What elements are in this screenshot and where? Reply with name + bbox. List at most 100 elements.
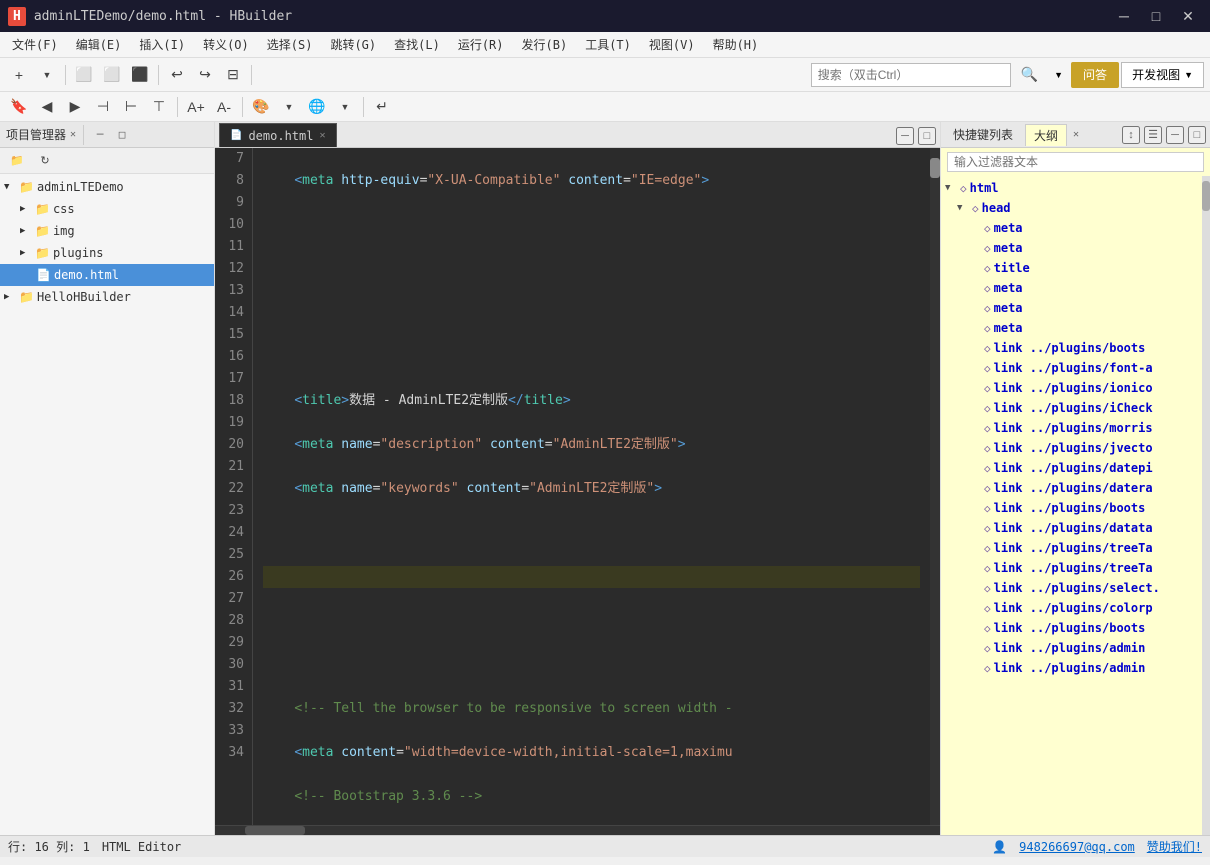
tree-item-css[interactable]: ▶ 📁 css (0, 198, 214, 220)
save-btn[interactable]: ⬜ (71, 62, 97, 88)
dropdown-arrow[interactable]: ▼ (34, 62, 60, 88)
tree-item-plugins[interactable]: ▶ 📁 plugins (0, 242, 214, 264)
outline-item-html[interactable]: ▼ ◇ html (941, 178, 1202, 198)
outline-item-meta-5[interactable]: ◇ meta (941, 318, 1202, 338)
tab-shortcuts[interactable]: 快捷键列表 (945, 124, 1021, 146)
outline-item-link-1[interactable]: ◇ link ../plugins/boots (941, 338, 1202, 358)
font-bigger-btn[interactable]: A+ (183, 94, 209, 120)
menu-file[interactable]: 文件(F) (4, 33, 66, 56)
color-drop[interactable]: ▼ (276, 94, 302, 120)
outline-item-link-2[interactable]: ◇ link ../plugins/font-a (941, 358, 1202, 378)
menu-select[interactable]: 选择(S) (259, 33, 321, 56)
nav-next-btn[interactable]: ⊢ (118, 94, 144, 120)
outline-item-link-11[interactable]: ◇ link ../plugins/treeTa (941, 538, 1202, 558)
outline-item-link-17[interactable]: ◇ link ../plugins/admin (941, 658, 1202, 678)
outline-item-link-9[interactable]: ◇ link ../plugins/boots (941, 498, 1202, 518)
menu-run[interactable]: 运行(R) (450, 33, 512, 56)
browser-drop[interactable]: ▼ (332, 94, 358, 120)
outline-item-title[interactable]: ◇ title (941, 258, 1202, 278)
dev-view-button[interactable]: 开发视图 ▼ (1121, 62, 1204, 88)
browser-btn[interactable]: 🌐 (304, 94, 330, 120)
editor-vscrollbar[interactable] (930, 148, 940, 825)
menu-jump[interactable]: 跳转(G) (322, 33, 384, 56)
redo-btn[interactable]: ↪ (192, 62, 218, 88)
publish-btn[interactable]: ⬛ (127, 62, 153, 88)
menu-edit[interactable]: 编辑(E) (68, 33, 130, 56)
menu-help[interactable]: 帮助(H) (705, 33, 767, 56)
color-btn[interactable]: 🎨 (248, 94, 274, 120)
save-all-btn[interactable]: ⬜ (99, 62, 125, 88)
outline-vscrollbar[interactable] (1202, 176, 1210, 835)
status-help[interactable]: 赞助我们! (1147, 838, 1202, 855)
code-area[interactable]: 7891011 1213141516 1718192021 2223242526… (215, 148, 940, 825)
outline-list-icon[interactable]: ☰ (1144, 126, 1162, 144)
outline-item-link-10[interactable]: ◇ link ../plugins/datata (941, 518, 1202, 538)
nav-prev-btn[interactable]: ⊣ (90, 94, 116, 120)
ask-button[interactable]: 问答 (1071, 62, 1119, 88)
outline-maximize-icon[interactable]: □ (1188, 126, 1206, 144)
filter-input[interactable] (947, 152, 1204, 172)
maximize-button[interactable]: □ (1142, 5, 1170, 27)
tab-close-icon[interactable]: ✕ (319, 130, 325, 141)
nav-fwd-btn[interactable]: ▶ (62, 94, 88, 120)
menu-publish[interactable]: 发行(B) (514, 33, 576, 56)
outline-item-link-5[interactable]: ◇ link ../plugins/morris (941, 418, 1202, 438)
outline-item-link-7[interactable]: ◇ link ../plugins/datepi (941, 458, 1202, 478)
menu-bar: 文件(F) 编辑(E) 插入(I) 转义(O) 选择(S) 跳转(G) 查找(L… (0, 32, 1210, 58)
history-btn[interactable]: ⊟ (220, 62, 246, 88)
outline-item-link-12[interactable]: ◇ link ../plugins/treeTa (941, 558, 1202, 578)
undo-btn[interactable]: ↩ (164, 62, 190, 88)
close-button[interactable]: ✕ (1174, 5, 1202, 27)
sidebar-new-btn[interactable]: 📁 (4, 148, 30, 174)
window-title: adminLTEDemo/demo.html - HBuilder (34, 9, 1102, 24)
outline-item-link-3[interactable]: ◇ link ../plugins/ionico (941, 378, 1202, 398)
outline-sort-icon[interactable]: ↕ (1122, 126, 1140, 144)
bookmark-btn[interactable]: 🔖 (6, 94, 32, 120)
editor-hscrollbar[interactable] (215, 825, 940, 835)
nav-up-btn[interactable]: ⊤ (146, 94, 172, 120)
search-input[interactable] (811, 63, 1011, 87)
menu-tools[interactable]: 工具(T) (577, 33, 639, 56)
sidebar-refresh-btn[interactable]: ↻ (32, 148, 58, 174)
status-email[interactable]: 948266697@qq.com (1019, 840, 1135, 854)
tab-outline[interactable]: 大纲 (1025, 124, 1067, 146)
outline-item-link-4[interactable]: ◇ link ../plugins/iCheck (941, 398, 1202, 418)
code-content[interactable]: <meta http-equiv="X-UA-Compatible" conte… (253, 148, 930, 825)
menu-insert[interactable]: 插入(I) (131, 33, 193, 56)
outline-item-head[interactable]: ▼ ◇ head (941, 198, 1202, 218)
editor-tab-demo[interactable]: 📄 demo.html ✕ (219, 123, 337, 147)
new-button[interactable]: + (6, 62, 32, 88)
code-line-8 (263, 214, 920, 236)
search-icon-btn[interactable]: 🔍 (1015, 63, 1044, 87)
outline-item-meta-4[interactable]: ◇ meta (941, 298, 1202, 318)
minimize-button[interactable]: ─ (1110, 5, 1138, 27)
tree-item-img[interactable]: ▶ 📁 img (0, 220, 214, 242)
outline-item-link-6[interactable]: ◇ link ../plugins/jvecto (941, 438, 1202, 458)
outline-item-link-13[interactable]: ◇ link ../plugins/select. (941, 578, 1202, 598)
search-dropdown[interactable]: ▼ (1048, 63, 1069, 87)
tree-item-hello[interactable]: ▶ 📁 HelloHBuilder (0, 286, 214, 308)
menu-view[interactable]: 视图(V) (641, 33, 703, 56)
outline-item-meta-2[interactable]: ◇ meta (941, 238, 1202, 258)
font-smaller-btn[interactable]: A- (211, 94, 237, 120)
editor-tabs: 📄 demo.html ✕ ─ □ (215, 122, 940, 148)
editor-minimize-icon[interactable]: ─ (896, 127, 914, 145)
outline-item-link-8[interactable]: ◇ link ../plugins/datera (941, 478, 1202, 498)
outline-item-meta-3[interactable]: ◇ meta (941, 278, 1202, 298)
outline-item-meta-1[interactable]: ◇ meta (941, 218, 1202, 238)
tree-arrow-root: ▼ (4, 182, 16, 192)
outline-item-link-15[interactable]: ◇ link ../plugins/boots (941, 618, 1202, 638)
tree-item-demo-html[interactable]: 📄 demo.html (0, 264, 214, 286)
sidebar-minimize-icon[interactable]: ─ (91, 126, 109, 144)
outline-item-link-16[interactable]: ◇ link ../plugins/admin (941, 638, 1202, 658)
menu-escape[interactable]: 转义(O) (195, 33, 257, 56)
wrap-btn[interactable]: ↵ (369, 94, 395, 120)
nav-back-btn[interactable]: ◀ (34, 94, 60, 120)
outline-item-link-14[interactable]: ◇ link ../plugins/colorp (941, 598, 1202, 618)
on-link16: link ../plugins/admin (994, 641, 1146, 655)
menu-find[interactable]: 查找(L) (386, 33, 448, 56)
tree-root[interactable]: ▼ 📁 adminLTEDemo (0, 176, 214, 198)
sidebar-maximize-icon[interactable]: □ (113, 126, 131, 144)
editor-maximize-icon[interactable]: □ (918, 127, 936, 145)
outline-minimize-icon[interactable]: ─ (1166, 126, 1184, 144)
